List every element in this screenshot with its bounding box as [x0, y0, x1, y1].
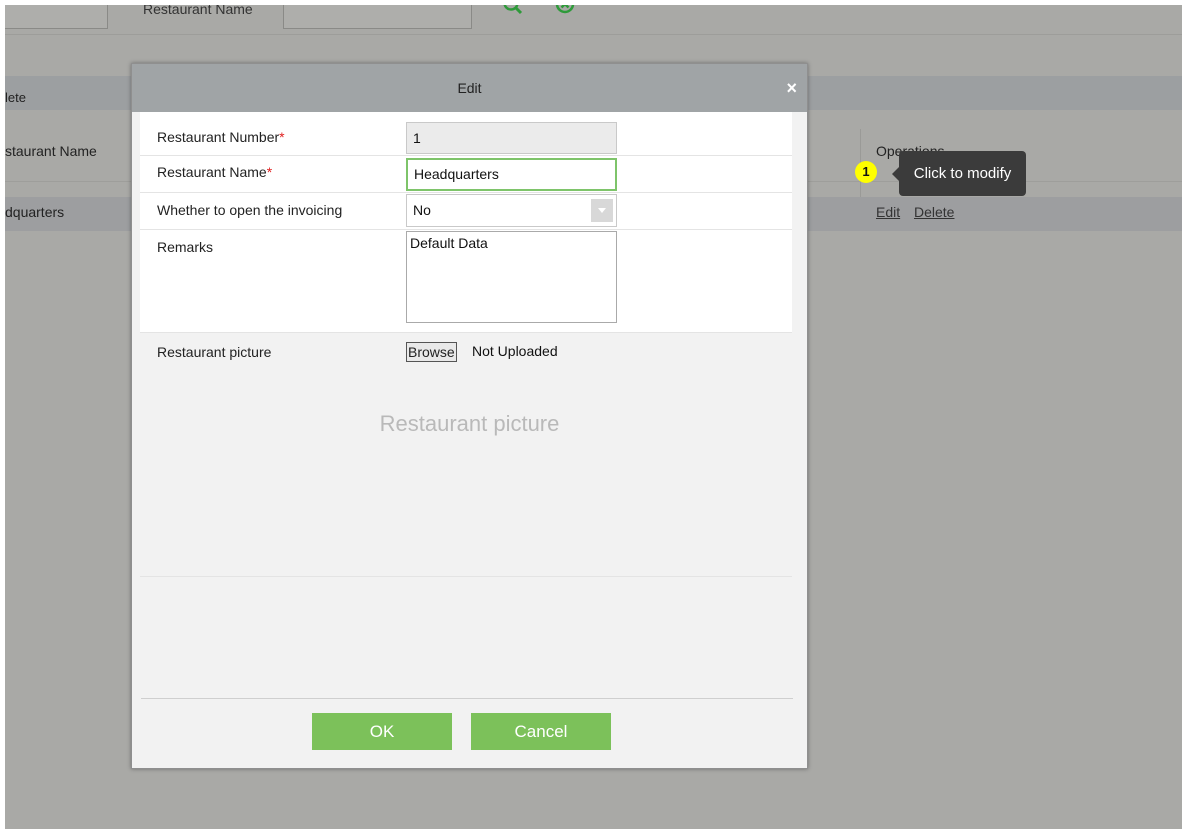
restaurant-number-field: 1 — [406, 122, 617, 154]
edit-dialog: Edit × Restaurant Number* 1 Restaurant N… — [131, 63, 808, 769]
remarks-label: Remarks — [157, 239, 214, 255]
header-restaurant-name: staurant Name — [5, 143, 97, 159]
search-icon[interactable] — [502, 5, 526, 19]
search-divider — [5, 34, 1182, 35]
edit-link[interactable]: Edit — [876, 204, 900, 220]
restaurant-number-label: Restaurant Number* — [157, 129, 285, 145]
hint-tooltip: Click to modify — [892, 151, 1026, 196]
upload-status: Not Uploaded — [472, 343, 558, 359]
restaurant-picture-label: Restaurant picture — [157, 344, 272, 360]
picture-placeholder: Restaurant picture — [379, 411, 560, 436]
row-restaurant-name: dquarters — [5, 204, 65, 220]
restaurant-name-search-input[interactable] — [283, 5, 472, 29]
step-badge: 1 — [855, 161, 877, 183]
row-divider — [140, 576, 792, 577]
restaurant-name-search-label: Restaurant Name — [143, 5, 253, 17]
browse-button[interactable]: Browse — [406, 342, 457, 362]
chevron-down-icon[interactable] — [591, 199, 613, 222]
row-divider — [140, 192, 792, 193]
cancel-button[interactable]: Cancel — [471, 713, 611, 750]
row-divider — [140, 155, 792, 156]
clear-search-icon[interactable] — [554, 5, 578, 19]
dialog-title: Edit — [457, 80, 482, 96]
row-divider — [140, 332, 792, 333]
delete-toolbar-button[interactable]: lete — [5, 90, 26, 105]
remarks-textarea[interactable]: Default Data — [406, 231, 617, 323]
row-divider — [140, 229, 792, 230]
restaurant-name-field[interactable]: Headquarters — [406, 158, 617, 191]
invoicing-selected-value: No — [413, 202, 431, 218]
prev-search-input[interactable] — [5, 5, 108, 29]
invoicing-select[interactable]: No — [406, 194, 617, 227]
footer-divider — [141, 698, 793, 699]
invoicing-label: Whether to open the invoicing — [157, 202, 343, 218]
search-bar: Restaurant Name — [5, 5, 1182, 35]
delete-link[interactable]: Delete — [914, 204, 954, 220]
ok-button[interactable]: OK — [312, 713, 452, 750]
restaurant-name-label: Restaurant Name* — [157, 164, 273, 180]
close-icon[interactable]: × — [786, 64, 797, 112]
dialog-titlebar: Edit × — [132, 64, 807, 112]
